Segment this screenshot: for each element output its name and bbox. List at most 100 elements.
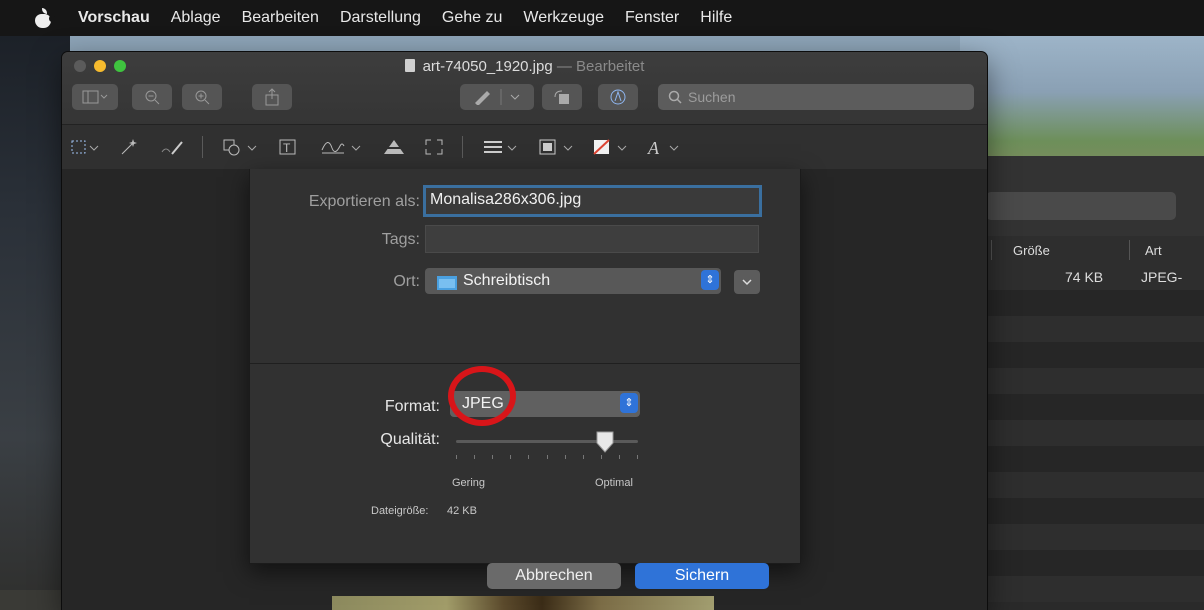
table-row[interactable]: 74 KB JPEG- (961, 264, 1204, 290)
quality-low-label: Gering (452, 477, 486, 489)
slider-tick (492, 455, 493, 459)
section-divider (250, 363, 800, 364)
column-kind-header[interactable]: Art (1145, 243, 1162, 258)
quality-label: Qualität: (380, 431, 440, 448)
fill-color-icon[interactable] (592, 136, 632, 158)
search-field[interactable]: Suchen (658, 84, 974, 110)
tags-label: Tags: (381, 231, 420, 248)
image-preview (332, 596, 714, 610)
table-row (961, 524, 1204, 550)
highlight-circle (448, 366, 516, 426)
file-kind: JPEG- (1141, 269, 1183, 285)
markup-pen-button[interactable] (460, 84, 534, 110)
folder-icon (437, 276, 457, 290)
text-style-icon[interactable]: A (646, 136, 686, 158)
table-row (961, 576, 1204, 602)
slider-tick (474, 455, 475, 459)
slider-tick (637, 455, 638, 459)
location-popup[interactable]: Schreibtisch ⇕ (425, 268, 721, 294)
rotate-icon (554, 90, 569, 104)
window-title-status: — Bearbeitet (556, 58, 645, 75)
svg-text:T: T (283, 141, 291, 155)
slider-tick (510, 455, 511, 459)
slider-tick (583, 455, 584, 459)
finder-toolbar (961, 156, 1204, 237)
chevron-down-icon (742, 279, 752, 286)
share-icon (265, 88, 279, 106)
quality-slider[interactable] (456, 431, 638, 467)
menu-gehe-zu[interactable]: Gehe zu (442, 9, 502, 27)
filename-field[interactable]: Monalisa286x306.jpg (423, 185, 762, 217)
finder-file-list: 74 KB JPEG- (961, 264, 1204, 602)
save-button[interactable]: Sichern (635, 563, 769, 589)
selection-tool-icon[interactable] (70, 136, 104, 158)
slider-thumb[interactable] (596, 431, 614, 453)
adjust-color-icon[interactable] (382, 136, 406, 158)
location-value: Schreibtisch (463, 272, 551, 289)
svg-text:A: A (647, 138, 660, 156)
filename-value: Monalisa286x306.jpg (430, 191, 582, 208)
zoom-in-icon (195, 90, 210, 105)
adjust-size-icon[interactable] (424, 136, 444, 158)
rotate-button[interactable] (542, 84, 582, 110)
search-placeholder: Suchen (688, 89, 736, 105)
slider-tick (601, 455, 602, 459)
border-color-icon[interactable] (538, 136, 578, 158)
zoom-out-icon (145, 90, 160, 105)
table-row (961, 290, 1204, 316)
finder-window: Größe Art 74 KB JPEG- (960, 156, 1204, 610)
slider-tick (456, 455, 457, 459)
markup-toolbar: T A (62, 124, 987, 170)
expand-browser-button[interactable] (734, 270, 760, 294)
menu-ablage[interactable]: Ablage (171, 9, 221, 27)
markup-toolbar-button[interactable] (598, 84, 638, 110)
table-row (961, 472, 1204, 498)
search-icon (668, 90, 682, 104)
document-icon (404, 59, 415, 72)
column-size-header[interactable]: Größe (1013, 243, 1050, 258)
menu-hilfe[interactable]: Hilfe (700, 9, 732, 27)
zoom-in-button[interactable] (182, 84, 222, 110)
format-label: Format: (384, 398, 440, 415)
menu-darstellung[interactable]: Darstellung (340, 9, 421, 27)
window-title: art-74050_1920.jpg — Bearbeitet (62, 58, 987, 75)
export-as-label: Exportieren als: (308, 193, 420, 210)
table-row (961, 446, 1204, 472)
table-row (961, 394, 1204, 420)
line-style-icon[interactable] (482, 136, 522, 158)
window-title-filename: art-74050_1920.jpg (422, 58, 553, 75)
text-tool-icon[interactable]: T (278, 136, 298, 158)
toolbar-separator (202, 136, 203, 158)
instant-alpha-icon[interactable] (118, 136, 140, 158)
cancel-button[interactable]: Abbrechen (487, 563, 621, 589)
toolbar-separator (462, 136, 463, 158)
export-sheet: Exportieren als: Monalisa286x306.jpg Tag… (249, 169, 801, 589)
table-row (961, 550, 1204, 576)
finder-search-field[interactable] (986, 192, 1176, 220)
apple-menu-icon[interactable] (34, 8, 55, 28)
location-label: Ort: (393, 273, 420, 290)
desktop-background-right (960, 36, 1204, 176)
menu-bearbeiten[interactable]: Bearbeiten (242, 9, 319, 27)
menu-werkzeuge[interactable]: Werkzeuge (523, 9, 604, 27)
slider-tick (565, 455, 566, 459)
preview-window: art-74050_1920.jpg — Bearbeitet Suchen T… (62, 52, 987, 610)
menu-app-name[interactable]: Vorschau (78, 9, 150, 27)
file-size: 74 KB (1065, 269, 1104, 285)
signature-tool-icon[interactable] (320, 136, 366, 158)
shapes-tool-icon[interactable] (222, 136, 262, 158)
sketch-tool-icon[interactable] (160, 136, 186, 158)
sidebar-toggle-button[interactable] (72, 84, 118, 110)
share-button[interactable] (252, 84, 292, 110)
slider-tick (528, 455, 529, 459)
table-row (961, 368, 1204, 394)
finder-column-header: Größe Art (961, 236, 1204, 265)
zoom-out-button[interactable] (132, 84, 172, 110)
filesize-label: Dateigröße: (371, 505, 429, 517)
table-row (961, 420, 1204, 446)
sidebar-icon (82, 90, 108, 104)
table-row (961, 498, 1204, 524)
filesize-value: 42 KB (447, 505, 477, 517)
menu-fenster[interactable]: Fenster (625, 9, 679, 27)
tags-field[interactable] (425, 225, 759, 253)
